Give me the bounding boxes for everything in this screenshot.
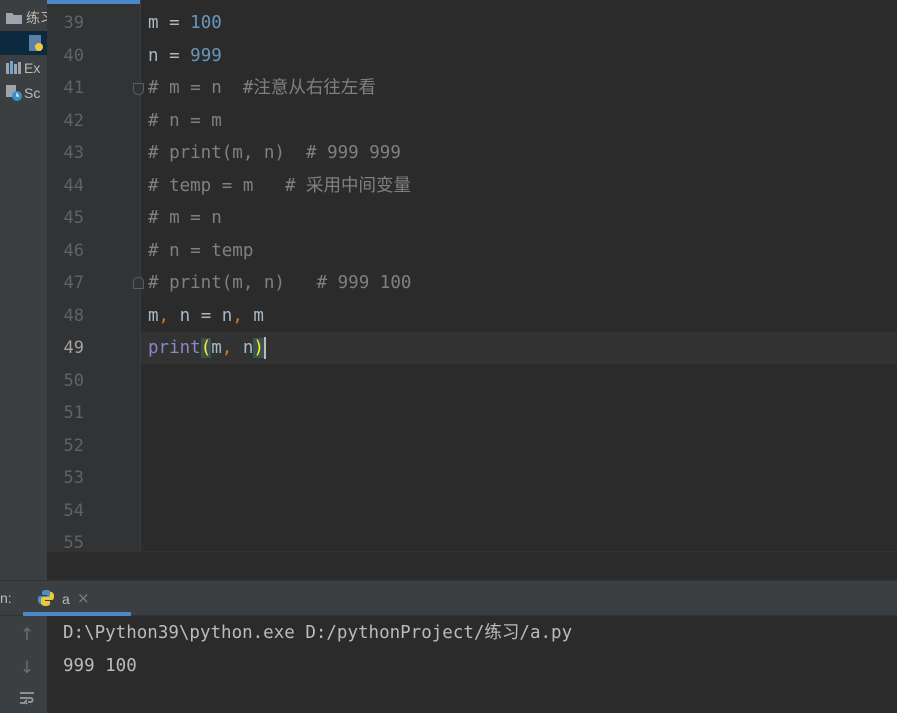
code-text: m = xyxy=(148,13,191,33)
folder-icon xyxy=(5,9,23,27)
builtin-function: print xyxy=(148,338,201,358)
line-number: 45 xyxy=(63,208,84,228)
external-libraries-icon xyxy=(5,59,23,77)
fold-start-icon[interactable] xyxy=(133,83,144,95)
run-toolbar: ↑ ↓ xyxy=(0,616,47,713)
line-number: 46 xyxy=(63,241,84,261)
number-literal: 999 xyxy=(190,46,222,66)
project-folder-label: 练习 xyxy=(26,10,47,26)
line-number: 44 xyxy=(63,176,84,196)
code-line: m, n = n, m xyxy=(148,300,264,332)
code-punct: , xyxy=(221,338,233,358)
line-number: 53 xyxy=(63,468,84,488)
close-icon[interactable]: × xyxy=(77,589,90,607)
scroll-down-icon[interactable]: ↓ xyxy=(17,658,37,678)
comment-line: # print(m, n) # 999 100 xyxy=(148,273,412,293)
code-line-current: print(m, n) xyxy=(148,332,266,364)
line-number: 39 xyxy=(63,13,84,33)
editor-gutter-accent xyxy=(47,0,140,4)
comment-line: # temp = m # 采用中间变量 xyxy=(148,176,412,196)
run-tab[interactable]: a × xyxy=(23,581,131,616)
external-libraries-label: Ex xyxy=(24,60,41,76)
code-punct: , xyxy=(232,306,243,326)
code-text: n = xyxy=(148,46,191,66)
console-output-line: 999 100 xyxy=(63,656,137,676)
matched-paren: ) xyxy=(253,338,264,358)
line-number-current: 49 xyxy=(63,338,84,358)
comment-line: # n = temp xyxy=(148,241,254,261)
line-number: 48 xyxy=(63,306,84,326)
number-literal: 100 xyxy=(190,13,222,33)
code-line: n = 999 xyxy=(148,40,222,72)
line-number: 42 xyxy=(63,111,84,131)
comment-line: # m = n xyxy=(148,208,222,228)
scratches-icon xyxy=(5,84,23,102)
project-file-item[interactable] xyxy=(0,31,47,55)
line-number: 51 xyxy=(63,403,84,423)
code-text: n = n xyxy=(169,306,233,326)
line-number: 47 xyxy=(63,273,84,293)
python-file-icon xyxy=(27,34,45,52)
text-caret xyxy=(263,337,266,359)
editor-horizontal-scroll-area[interactable] xyxy=(47,551,897,581)
run-panel-header: n: a × xyxy=(0,580,897,616)
console-output-line: D:\Python39\python.exe D:/pythonProject/… xyxy=(63,623,573,643)
fold-end-icon[interactable] xyxy=(133,277,144,289)
code-text: m xyxy=(148,306,159,326)
project-folder-item[interactable]: 练习 xyxy=(0,6,47,30)
comment-line: # print(m, n) # 999 999 xyxy=(148,143,401,163)
comment-line: # n = m xyxy=(148,111,222,131)
code-text: n xyxy=(232,338,254,358)
scratches-item[interactable]: Sc xyxy=(0,81,47,105)
code-line: m = 100 xyxy=(148,7,222,39)
line-number: 41 xyxy=(63,78,84,98)
run-tab-label: a xyxy=(62,591,70,607)
external-libraries-item[interactable]: Ex xyxy=(0,56,47,80)
line-number: 50 xyxy=(63,371,84,391)
code-text: m xyxy=(211,338,222,358)
code-punct: , xyxy=(158,306,170,326)
soft-wrap-icon[interactable] xyxy=(17,689,37,709)
scroll-up-icon[interactable]: ↑ xyxy=(17,625,37,645)
project-panel: 练习 Ex Sc xyxy=(0,0,47,580)
code-text: m xyxy=(242,306,264,326)
line-number: 40 xyxy=(63,46,84,66)
line-number: 43 xyxy=(63,143,84,163)
line-number: 54 xyxy=(63,501,84,521)
matched-paren: ( xyxy=(200,338,212,358)
run-panel-label: n: xyxy=(0,590,12,606)
comment-line: # m = n #注意从右往左看 xyxy=(148,78,376,98)
python-file-icon xyxy=(37,589,55,611)
line-number: 52 xyxy=(63,436,84,456)
scratches-label: Sc xyxy=(24,85,41,101)
